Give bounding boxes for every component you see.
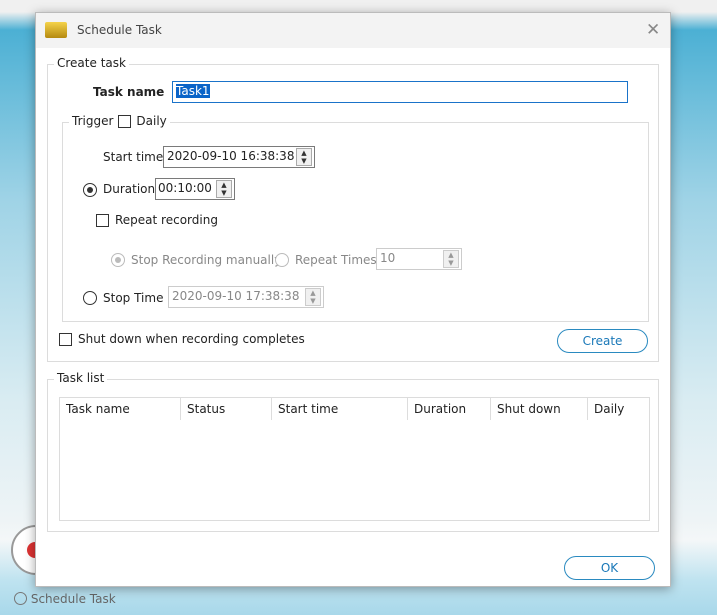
stop-time-label: Stop Time: [103, 291, 164, 305]
daily-checkbox[interactable]: [118, 114, 132, 128]
clock-icon: [14, 592, 27, 605]
trigger-legend: Trigger: [72, 114, 114, 128]
background-status-bar: Schedule Task: [14, 592, 116, 612]
create-button[interactable]: Create: [557, 329, 648, 353]
trigger-group: Trigger Daily Start time 2020-09-10 16:3…: [62, 114, 649, 322]
shutdown-checkbox[interactable]: [59, 333, 72, 346]
column-header-daily[interactable]: Daily: [588, 398, 648, 420]
duration-input[interactable]: 00:10:00 ▲ ▼: [155, 178, 235, 200]
stop-time-radio[interactable]: [83, 291, 97, 305]
task-list-legend: Task list: [54, 371, 108, 385]
repeat-times-spinner[interactable]: ▲ ▼: [443, 250, 459, 268]
schedule-task-link[interactable]: Schedule Task: [31, 592, 116, 606]
shutdown-label: Shut down when recording completes: [78, 332, 305, 346]
task-name-label: Task name: [93, 85, 165, 99]
duration-radio[interactable]: [83, 183, 97, 197]
close-icon[interactable]: ✕: [646, 20, 660, 40]
repeat-times-label: Repeat Times: [295, 253, 377, 267]
create-task-group: Create task Task name Task1 Trigger Dail…: [47, 56, 659, 362]
column-header-status[interactable]: Status: [181, 398, 272, 420]
start-time-label: Start time: [103, 150, 164, 164]
column-header-start-time[interactable]: Start time: [272, 398, 408, 420]
daily-label: Daily: [136, 114, 167, 128]
app-logo-icon: [45, 22, 67, 38]
repeat-recording-label: Repeat recording: [115, 213, 218, 227]
repeat-times-input[interactable]: 10 ▲ ▼: [376, 248, 462, 270]
column-header-shut-down[interactable]: Shut down: [491, 398, 588, 420]
stop-manually-radio[interactable]: [111, 253, 125, 267]
repeat-recording-checkbox[interactable]: [96, 214, 109, 227]
column-header-duration[interactable]: Duration: [408, 398, 491, 420]
task-list-table: Task name Status Start time Duration Shu…: [59, 397, 650, 521]
ok-button[interactable]: OK: [564, 556, 655, 580]
stop-time-spinner[interactable]: ▲ ▼: [305, 288, 321, 306]
schedule-task-dialog: Schedule Task ✕ Create task Task name Ta…: [35, 12, 671, 587]
start-time-spinner[interactable]: ▲ ▼: [296, 148, 312, 166]
title-bar: Schedule Task ✕: [36, 13, 670, 48]
repeat-times-radio[interactable]: [275, 253, 289, 267]
duration-spinner[interactable]: ▲ ▼: [216, 180, 232, 198]
task-name-input[interactable]: Task1: [172, 81, 628, 103]
start-time-input[interactable]: 2020-09-10 16:38:38 ▲ ▼: [163, 146, 315, 168]
stop-manually-label: Stop Recording manually: [131, 253, 282, 267]
create-task-legend: Create task: [54, 56, 129, 70]
task-list-group: Task list Task name Status Start time Du…: [47, 371, 659, 532]
duration-label: Duration: [103, 182, 156, 196]
dialog-title: Schedule Task: [77, 23, 162, 37]
stop-time-input[interactable]: 2020-09-10 17:38:38 ▲ ▼: [168, 286, 324, 308]
column-header-task-name[interactable]: Task name: [60, 398, 181, 420]
